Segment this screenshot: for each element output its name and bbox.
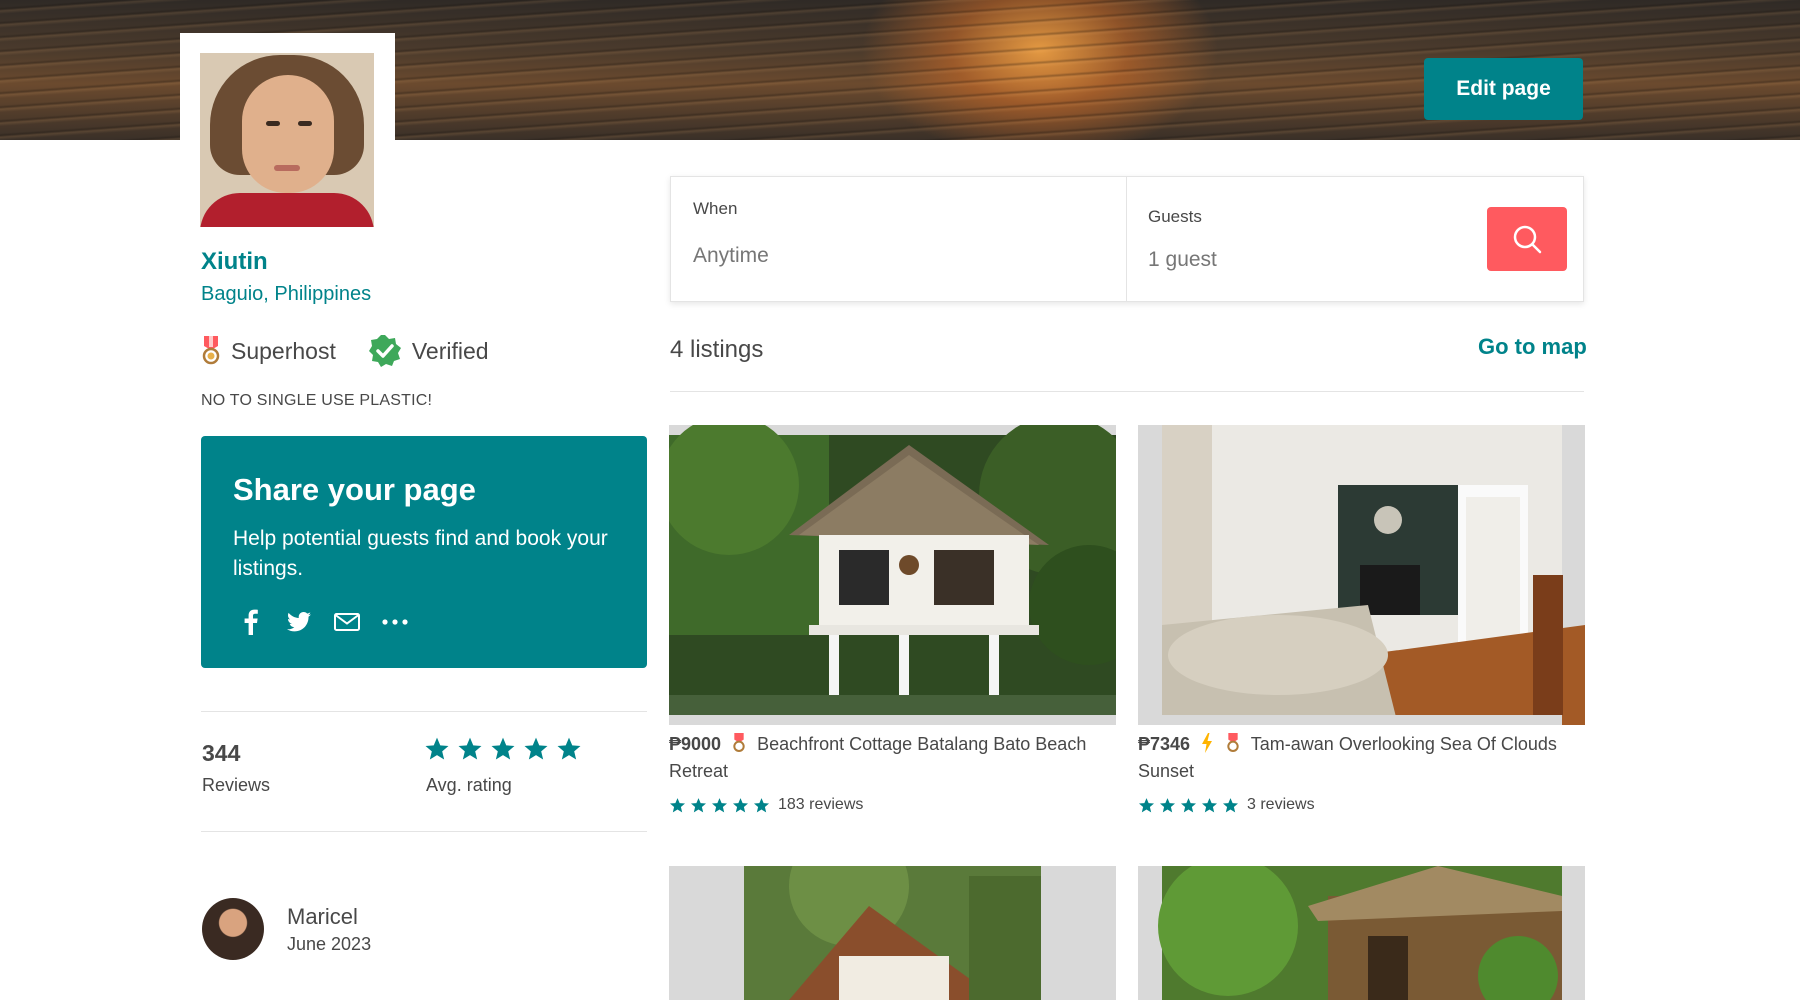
guests-field[interactable]: 1 guest — [1148, 248, 1217, 272]
superhost-medal-icon — [733, 733, 745, 752]
star-icon — [732, 797, 749, 812]
star-icon — [1138, 797, 1155, 812]
review-date: June 2023 — [287, 934, 372, 954]
facebook-icon[interactable] — [233, 604, 269, 640]
twitter-icon[interactable] — [281, 604, 317, 640]
reviews-count: 344 — [202, 740, 241, 766]
host-name[interactable]: Xiutin — [201, 248, 268, 276]
avg-rating-stars — [424, 736, 589, 762]
verified-label: Verified — [411, 337, 489, 364]
guests-label: Guests — [1148, 207, 1202, 226]
verified-badge: Verified — [368, 334, 489, 368]
listing-image[interactable] — [1138, 425, 1585, 725]
star-icon — [669, 797, 686, 812]
reviewer-name[interactable]: Maricel — [287, 904, 358, 930]
listing-title-line[interactable]: ₱9000 Beachfront Cottage Batalang Bato B… — [669, 731, 1117, 785]
divider — [670, 391, 1584, 392]
avg-rating-label: Avg. rating — [426, 775, 512, 795]
verified-check-icon — [368, 335, 401, 367]
listing-price: ₱7346 — [1138, 734, 1191, 754]
superhost-badge: Superhost — [201, 336, 336, 366]
when-field[interactable]: Anytime — [693, 244, 769, 268]
star-icon — [711, 797, 728, 812]
search-separator — [1126, 177, 1127, 301]
reviewer-avatar[interactable] — [202, 898, 264, 960]
star-icon — [491, 737, 515, 760]
star-icon — [1201, 797, 1218, 812]
search-bar: When Anytime Guests 1 guest — [670, 176, 1584, 302]
star-icon — [1180, 797, 1197, 812]
share-page-card: Share your page Help potential guests fi… — [201, 436, 647, 668]
search-icon — [1513, 225, 1542, 254]
listing-image[interactable] — [1138, 866, 1585, 1000]
when-label: When — [693, 199, 738, 218]
avatar — [200, 53, 374, 227]
host-location[interactable]: Baguio, Philippines — [201, 283, 371, 306]
go-to-map-link[interactable]: Go to map — [1478, 334, 1587, 360]
star-icon — [524, 737, 548, 760]
listing-reviews-count: 183 reviews — [778, 796, 864, 813]
superhost-medal-icon — [202, 336, 220, 365]
listing-image[interactable] — [669, 425, 1116, 725]
star-icon — [1222, 797, 1239, 812]
superhost-label: Superhost — [231, 337, 336, 364]
listing-price: ₱9000 — [669, 734, 722, 754]
listing-reviews-count: 3 reviews — [1247, 796, 1315, 813]
star-icon — [1159, 797, 1176, 812]
share-description: Help potential guests find and book your… — [233, 527, 608, 580]
listings-count: 4 listings — [670, 336, 764, 363]
star-icon — [458, 737, 482, 760]
host-badges: Superhost Verified — [201, 334, 521, 368]
share-icons — [233, 604, 425, 640]
mail-icon[interactable] — [329, 604, 365, 640]
listing-rating: 183 reviews — [669, 796, 863, 814]
share-title: Share your page — [233, 472, 476, 507]
listing-title-line[interactable]: ₱7346 Tam-awan Overlooking Sea Of Clouds… — [1138, 731, 1586, 785]
superhost-medal-icon — [1227, 733, 1239, 752]
edit-page-button[interactable]: Edit page — [1424, 58, 1583, 120]
host-bio: NO TO SINGLE USE PLASTIC! — [201, 392, 433, 409]
star-icon — [690, 797, 707, 812]
listing-rating: 3 reviews — [1138, 796, 1315, 814]
star-icon — [753, 797, 770, 812]
more-icon[interactable] — [377, 604, 413, 640]
star-icon — [557, 737, 581, 760]
divider — [201, 831, 647, 832]
search-button[interactable] — [1487, 207, 1567, 271]
reviews-label: Reviews — [202, 775, 271, 795]
profile-photo-frame — [180, 33, 395, 241]
listing-image[interactable] — [669, 866, 1116, 1000]
star-icon — [425, 737, 449, 760]
divider — [201, 711, 647, 712]
instant-book-icon — [1202, 733, 1213, 753]
